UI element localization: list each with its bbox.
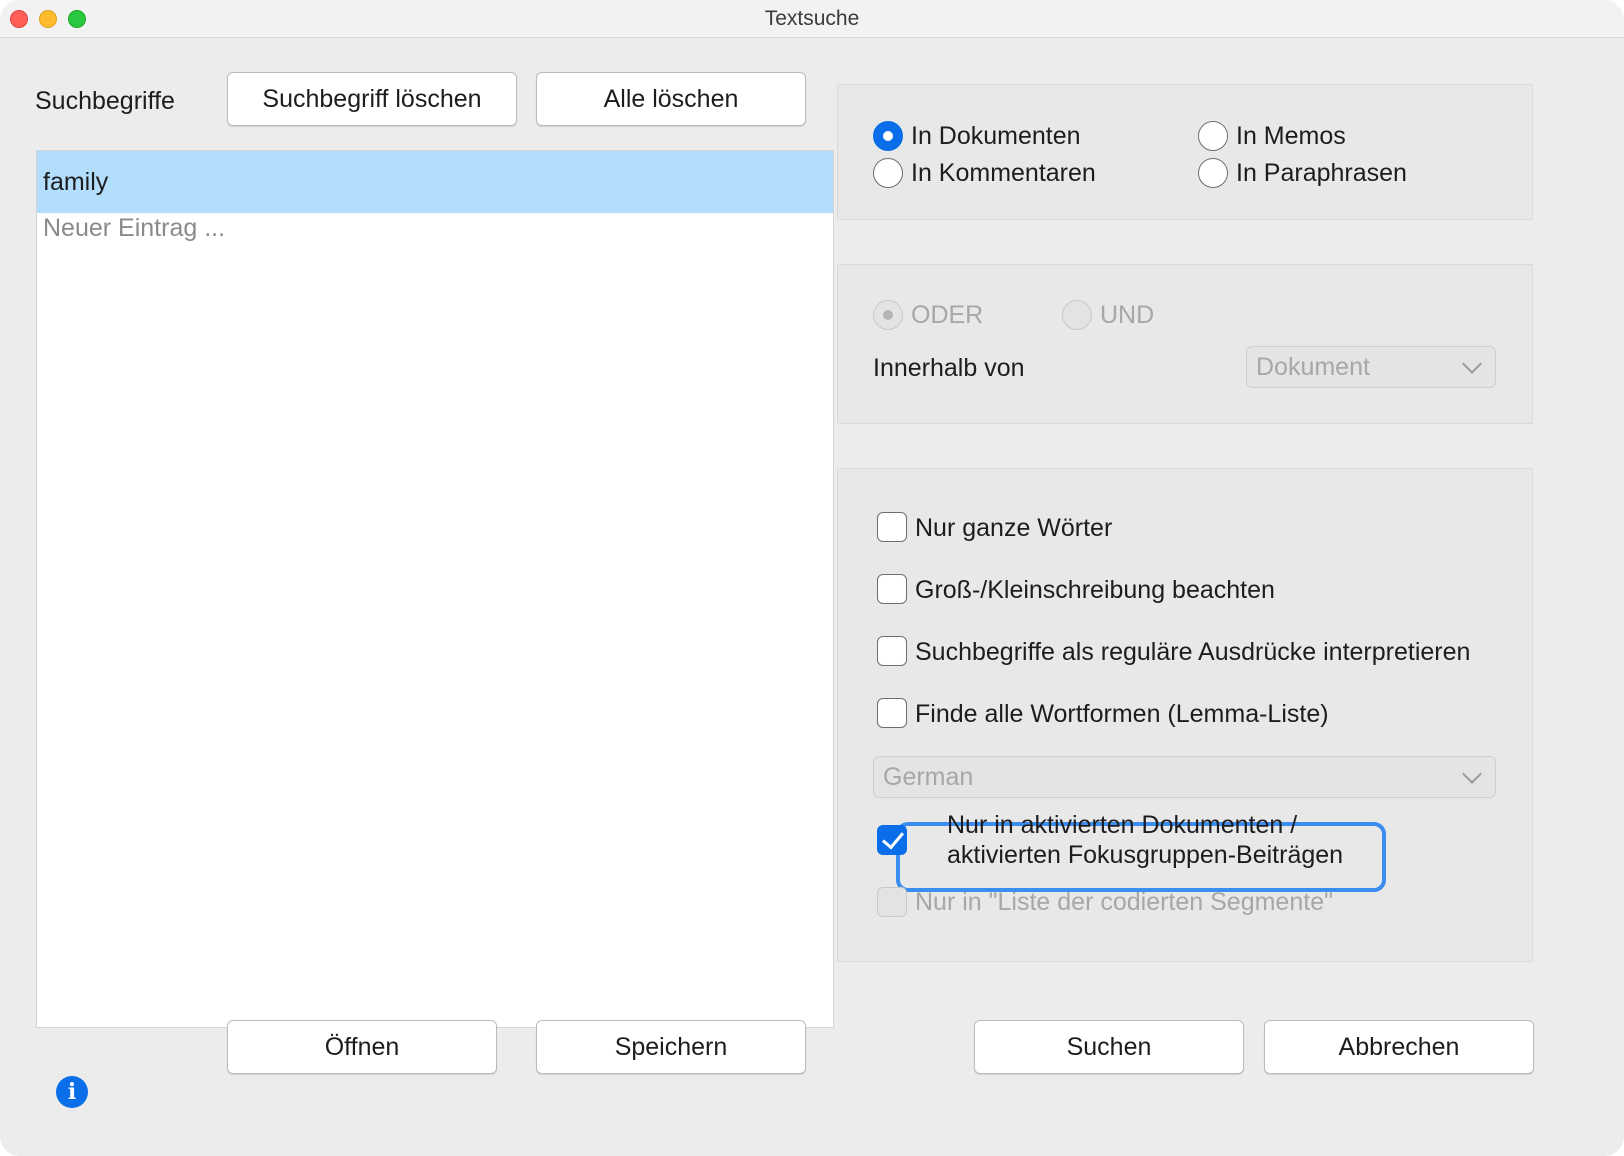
dialog-content: Suchbegriffe Suchbegriff löschen Alle lö… bbox=[0, 38, 1624, 1156]
language-select-value: German bbox=[883, 763, 974, 791]
checkbox-activated-documents-label: Nur in aktivierten Dokumenten / aktivier… bbox=[947, 811, 1344, 869]
checkbox-case-sensitive-label: Groß-/Kleinschreibung beachten bbox=[915, 576, 1275, 604]
checkbox-whole-words[interactable] bbox=[877, 512, 907, 542]
checkbox-case-sensitive[interactable] bbox=[877, 574, 907, 604]
within-select-value: Dokument bbox=[1256, 353, 1370, 381]
checkbox-lemma[interactable] bbox=[877, 698, 907, 728]
text-search-window: Textsuche Suchbegriffe Suchbegriff lösch… bbox=[0, 0, 1624, 1156]
delete-all-button[interactable]: Alle löschen bbox=[536, 72, 806, 126]
radio-in-documents[interactable] bbox=[873, 121, 903, 151]
radio-in-memos[interactable] bbox=[1198, 121, 1228, 151]
within-select[interactable]: Dokument bbox=[1246, 346, 1496, 388]
checkbox-regex[interactable] bbox=[877, 636, 907, 666]
radio-in-paraphrases[interactable] bbox=[1198, 158, 1228, 188]
cancel-button[interactable]: Abbrechen bbox=[1264, 1020, 1534, 1074]
checkbox-coded-segments-label: Nur in "Liste der codierten Segmente" bbox=[915, 888, 1333, 916]
title-bar: Textsuche bbox=[0, 0, 1624, 38]
radio-in-paraphrases-label: In Paraphrasen bbox=[1236, 159, 1407, 187]
chevron-down-icon bbox=[1462, 354, 1482, 374]
radio-or[interactable] bbox=[873, 300, 903, 330]
search-terms-list[interactable]: family Neuer Eintrag ... bbox=[36, 150, 834, 1028]
delete-term-button[interactable]: Suchbegriff löschen bbox=[227, 72, 517, 126]
radio-in-comments-label: In Kommentaren bbox=[911, 159, 1096, 187]
radio-or-label: ODER bbox=[911, 301, 984, 329]
language-select[interactable]: German bbox=[873, 756, 1496, 798]
search-terms-label: Suchbegriffe bbox=[35, 87, 175, 115]
logic-group bbox=[837, 264, 1533, 424]
checkbox-coded-segments[interactable] bbox=[877, 887, 907, 917]
radio-and[interactable] bbox=[1062, 300, 1092, 330]
checkbox-activated-documents[interactable] bbox=[877, 825, 907, 855]
radio-and-label: UND bbox=[1100, 301, 1155, 329]
scope-group bbox=[837, 84, 1533, 220]
info-icon[interactable]: i bbox=[56, 1076, 88, 1108]
new-entry-item[interactable]: Neuer Eintrag ... bbox=[37, 197, 833, 259]
window-title: Textsuche bbox=[764, 7, 860, 30]
checkbox-regex-label: Suchbegriffe als reguläre Ausdrücke inte… bbox=[915, 638, 1471, 666]
checkbox-lemma-label: Finde alle Wortformen (Lemma-Liste) bbox=[915, 700, 1329, 728]
checkbox-whole-words-label: Nur ganze Wörter bbox=[915, 514, 1113, 542]
save-button[interactable]: Speichern bbox=[536, 1020, 806, 1074]
radio-in-memos-label: In Memos bbox=[1236, 122, 1346, 150]
radio-in-comments[interactable] bbox=[873, 158, 903, 188]
within-label: Innerhalb von bbox=[873, 354, 1025, 382]
chevron-down-icon bbox=[1462, 764, 1482, 784]
search-button[interactable]: Suchen bbox=[974, 1020, 1244, 1074]
radio-in-documents-label: In Dokumenten bbox=[911, 122, 1081, 150]
open-button[interactable]: Öffnen bbox=[227, 1020, 497, 1074]
